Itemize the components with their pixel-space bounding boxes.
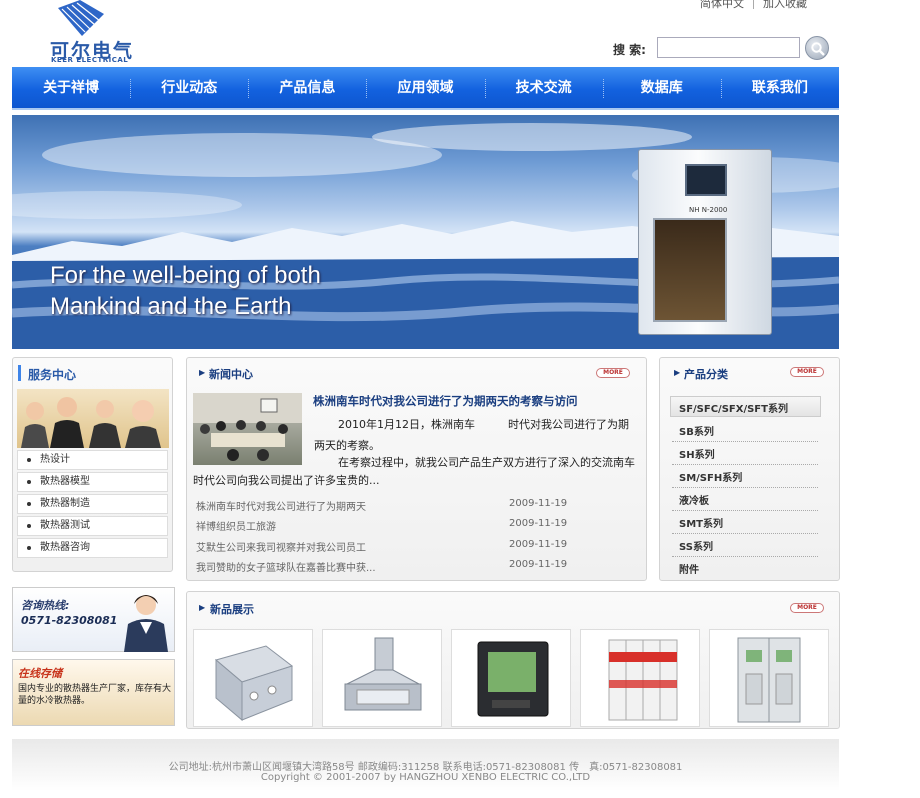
divider: [672, 464, 818, 465]
arrow-icon: ▶: [674, 368, 681, 377]
category-item-smt[interactable]: SMT系列: [679, 515, 723, 530]
divider: [672, 556, 818, 557]
main-nav: 关于祥博 行业动态 产品信息 应用领域 技术交流 数据库 联系我们: [12, 67, 839, 110]
device-label: NH N-2000: [689, 206, 728, 214]
category-item-sh[interactable]: SH系列: [679, 446, 715, 461]
news-date: 2009-11-19: [509, 539, 568, 550]
analyzer-device: NH N-2000: [638, 149, 772, 335]
service-item-heatsink-consulting[interactable]: 散热器咨询: [17, 538, 168, 558]
product-thumb-range-hood[interactable]: [322, 629, 442, 727]
divider: [672, 533, 818, 534]
banner-slogan: For the well-being of both Mankind and t…: [50, 260, 321, 322]
nav-products[interactable]: 产品信息: [248, 67, 366, 108]
divider: [753, 0, 754, 9]
service-item-thermal-design[interactable]: 热设计: [17, 450, 168, 470]
logo-icon[interactable]: [52, 0, 108, 36]
hotline-box: 咨询热线: 0571-82308081: [12, 587, 175, 652]
device-screen: [685, 164, 727, 196]
news-date: 2009-11-19: [509, 498, 568, 509]
news-list-item[interactable]: 我司赞助的女子篮球队在嘉善比赛中获...: [196, 559, 376, 574]
news-more-button[interactable]: MORE: [596, 368, 630, 378]
product-thumb-meter[interactable]: [451, 629, 571, 727]
product-thumb-surge-protector[interactable]: [580, 629, 700, 727]
stock-text: 国内专业的散热器生产厂家，库存有大量的水冷散热器。: [18, 684, 172, 706]
products-more-button[interactable]: MORE: [790, 603, 824, 613]
top-links: 简体中文 加入收藏: [700, 0, 807, 11]
service-team-image: [17, 389, 169, 448]
stock-title: 在线存储: [18, 667, 62, 680]
category-item-sf[interactable]: SF/SFC/SFX/SFT系列: [679, 400, 788, 415]
divider: [672, 441, 818, 442]
product-thumb-enclosure[interactable]: [193, 629, 313, 727]
device-window: [653, 218, 727, 322]
news-date: 2009-11-19: [509, 559, 568, 570]
category-more-button[interactable]: MORE: [790, 367, 824, 377]
news-list-item[interactable]: 株洲南车时代对我公司进行了为期两天: [196, 498, 366, 513]
hotline-title: 咨询热线:: [21, 599, 70, 612]
service-item-heatsink-test[interactable]: 散热器测试: [17, 516, 168, 536]
nav-industry-news[interactable]: 行业动态: [130, 67, 248, 108]
category-item-sb[interactable]: SB系列: [679, 423, 714, 438]
product-thumb-cabinet[interactable]: [709, 629, 829, 727]
stock-box: 在线存储 国内专业的散热器生产厂家，库存有大量的水冷散热器。: [12, 659, 175, 726]
service-item-heatsink-model[interactable]: 散热器模型: [17, 472, 168, 492]
arrow-icon: ▶: [199, 603, 206, 612]
divider: [672, 510, 818, 511]
category-item-ss[interactable]: SS系列: [679, 538, 713, 553]
hotline-phone: 0571-82308081: [21, 614, 118, 627]
language-link[interactable]: 简体中文: [700, 0, 744, 10]
logo-subtext: KEER ELECTRICAL: [51, 56, 129, 64]
category-item-liquid-plate[interactable]: 液冷板: [679, 492, 709, 507]
search-icon: [811, 42, 825, 56]
news-paragraph-2: 在考察过程中，就我公司产品生产双方进行了深入的交流南车时代公司向我公司提出了许多…: [193, 456, 635, 487]
nav-database[interactable]: 数据库: [602, 67, 721, 108]
service-title: 服务中心: [28, 368, 77, 382]
category-item-accessories[interactable]: 附件: [679, 561, 699, 576]
divider: [672, 487, 818, 488]
news-headline[interactable]: 株洲南车时代对我公司进行了为期两天的考察与访问: [313, 393, 578, 409]
news-list-item[interactable]: 祥博组织员工旅游: [196, 518, 276, 533]
search-input[interactable]: [657, 37, 800, 58]
arrow-icon: ▶: [199, 368, 206, 377]
category-title: 产品分类: [684, 368, 728, 381]
footer: 公司地址:杭州市萧山区闻堰镇大湾路58号 邮政编码:311258 联系电话:05…: [12, 739, 839, 791]
banner-slogan-line1: For the well-being of both: [50, 262, 321, 289]
footer-address: 公司地址:杭州市萧山区闻堰镇大湾路58号 邮政编码:311258 联系电话:05…: [168, 762, 683, 773]
nav-tech[interactable]: 技术交流: [484, 67, 603, 108]
bookmark-link[interactable]: 加入收藏: [763, 0, 807, 10]
nav-about[interactable]: 关于祥博: [12, 67, 130, 108]
footer-copyright: Copyright © 2001-2007 by HANGZHOU XENBO …: [260, 772, 591, 783]
title-marker: [18, 365, 21, 381]
news-list-item[interactable]: 艾默生公司来我司视察并对我公司员工: [196, 539, 366, 554]
service-item-heatsink-manufacture[interactable]: 散热器制造: [17, 494, 168, 514]
products-title: 新品展示: [210, 603, 254, 616]
operator-image: [124, 595, 168, 652]
news-title: 新闻中心: [209, 368, 253, 381]
banner-slogan-line2: Mankind and the Earth: [50, 293, 292, 320]
nav-contact[interactable]: 联系我们: [720, 67, 839, 108]
category-item-sm[interactable]: SM/SFH系列: [679, 469, 742, 484]
news-paragraph-1: 2010年1月12日，株洲南车 时代对我公司进行了为期两天的考察。: [314, 418, 629, 452]
news-date: 2009-11-19: [509, 518, 568, 529]
search-label: 搜 索:: [613, 43, 646, 57]
hero-banner: NH N-2000 For the well-being of both Man…: [12, 115, 839, 349]
nav-applications[interactable]: 应用领域: [366, 67, 484, 108]
search-button[interactable]: [805, 36, 829, 60]
